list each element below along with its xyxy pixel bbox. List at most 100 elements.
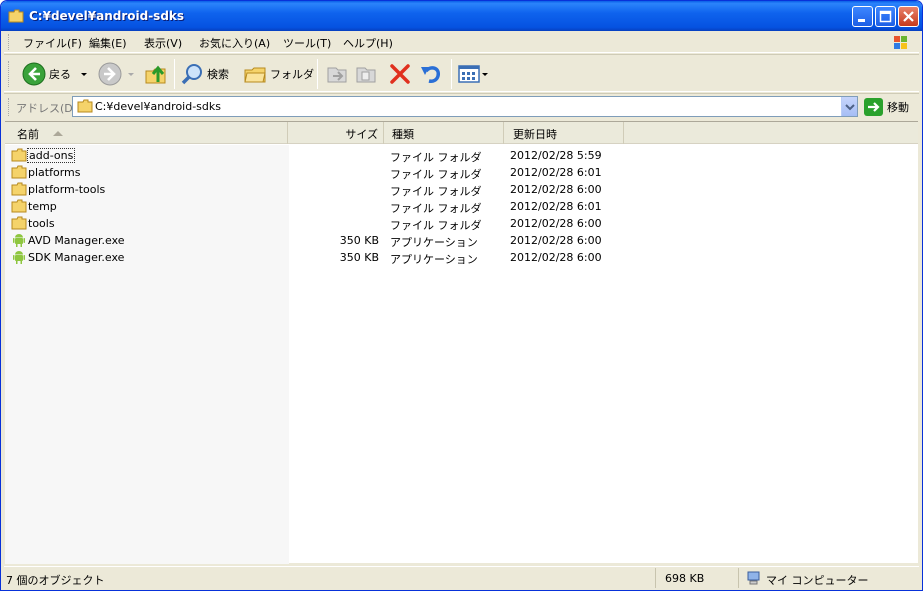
windows-logo-icon [894, 36, 907, 49]
file-row[interactable]: AVD Manager.exe 350 KB アプリケーション 2012/02/28 … [5, 232, 918, 249]
file-type: ファイル フォルダ [390, 151, 482, 164]
copy-to-button[interactable] [354, 61, 378, 87]
toolbar-separator [174, 59, 175, 89]
status-size: 698 KB [665, 572, 705, 585]
address-grip[interactable] [8, 98, 11, 116]
delete-x-icon [390, 64, 410, 84]
back-arrow-icon [22, 62, 46, 86]
forward-button[interactable] [98, 61, 136, 87]
chevron-down-icon [128, 73, 134, 76]
address-dropdown-button[interactable] [841, 97, 857, 116]
explorer-window: C:¥devel¥android-sdks ファイル(F) 編集(E) 表示(V… [0, 0, 923, 591]
go-button[interactable]: 移動 [864, 97, 909, 117]
file-modified: 2012/02/28 6:00 [510, 217, 602, 230]
copy-to-icon [356, 67, 376, 83]
file-type: アプリケーション [390, 253, 478, 266]
file-name[interactable]: AVD Manager.exe [28, 234, 125, 247]
folder-icon [11, 182, 27, 196]
toolbar-grip[interactable] [8, 61, 11, 87]
file-row[interactable]: add-ons ファイル フォルダ 2012/02/28 5:59 [5, 147, 918, 164]
menu-view[interactable]: 表示(V) [144, 35, 182, 51]
column-header-modified-label: 更新日時 [513, 128, 557, 141]
toolbar-separator [317, 59, 318, 89]
go-arrow-icon [864, 98, 883, 116]
address-bar: アドレス(D) C:¥devel¥android-sdks 移動 [4, 93, 919, 119]
sort-ascending-icon [53, 131, 63, 136]
standard-toolbar: 戻る 検索 フォルダ [4, 54, 919, 92]
menu-grip[interactable] [8, 34, 11, 50]
up-folder-button[interactable] [144, 61, 168, 87]
menu-help[interactable]: ヘルプ(H) [343, 35, 393, 51]
move-to-icon [327, 67, 347, 83]
delete-button[interactable] [388, 61, 412, 87]
search-label: 検索 [207, 68, 229, 81]
file-modified: 2012/02/28 5:59 [510, 149, 602, 162]
file-type: ファイル フォルダ [390, 168, 482, 181]
status-location-pane: マイ コンピューター [742, 568, 919, 588]
minimize-icon [858, 19, 865, 22]
views-icon [458, 65, 480, 83]
status-location: マイ コンピューター [766, 574, 869, 587]
maximize-button[interactable] [875, 6, 896, 27]
file-modified: 2012/02/28 6:00 [510, 251, 602, 264]
search-button[interactable]: 検索 [180, 61, 229, 87]
folders-label: フォルダ [270, 68, 314, 81]
file-name[interactable]: SDK Manager.exe [28, 251, 124, 264]
column-header-row: 名前 サイズ 種類 更新日時 [5, 122, 918, 144]
column-header-modified[interactable]: 更新日時 [504, 122, 624, 144]
maximize-icon [879, 10, 892, 23]
back-button[interactable]: 戻る [22, 61, 89, 87]
menu-favorites[interactable]: お気に入り(A) [199, 35, 270, 51]
column-header-name-label: 名前 [17, 128, 39, 141]
file-name[interactable]: temp [28, 200, 57, 213]
undo-icon [421, 66, 441, 83]
menu-edit[interactable]: 編集(E) [89, 35, 127, 51]
address-value: C:¥devel¥android-sdks [95, 100, 221, 113]
file-modified: 2012/02/28 6:00 [510, 183, 602, 196]
file-row[interactable]: temp ファイル フォルダ 2012/02/28 6:01 [5, 198, 918, 215]
chevron-down-icon [845, 104, 855, 111]
title-bar[interactable]: C:¥devel¥android-sdks [1, 1, 922, 31]
file-size: 350 KB [339, 234, 379, 247]
back-label: 戻る [49, 68, 71, 81]
minimize-button[interactable] [852, 6, 873, 27]
folder-icon [11, 216, 27, 230]
folders-button[interactable]: フォルダ [243, 61, 314, 87]
file-name[interactable]: tools [28, 217, 55, 230]
status-objects: 7 個のオブジェクト [6, 574, 105, 587]
folder-icon [77, 99, 93, 113]
status-bar: 7 個のオブジェクト 698 KB マイ コンピューター [4, 566, 919, 588]
folder-icon [11, 148, 27, 162]
address-input[interactable]: C:¥devel¥android-sdks [72, 96, 858, 117]
menu-tools[interactable]: ツール(T) [283, 35, 331, 51]
views-button[interactable] [457, 61, 489, 87]
up-folder-icon [145, 65, 166, 84]
file-row[interactable]: platform-tools ファイル フォルダ 2012/02/28 6:00 [5, 181, 918, 198]
chevron-down-icon [482, 73, 488, 76]
close-icon [903, 11, 914, 22]
file-name[interactable]: platform-tools [28, 183, 105, 196]
column-header-name[interactable]: 名前 [5, 122, 288, 144]
android-icon [11, 250, 27, 264]
file-row[interactable]: platforms ファイル フォルダ 2012/02/28 6:01 [5, 164, 918, 181]
file-list-view[interactable]: 名前 サイズ 種類 更新日時 add-ons ファイル フォルダ 2012/02/2… [5, 121, 918, 564]
close-button[interactable] [898, 6, 919, 27]
column-header-size[interactable]: サイズ [288, 122, 384, 144]
file-name[interactable]: platforms [28, 166, 80, 179]
file-name[interactable]: add-ons [26, 148, 76, 163]
undo-button[interactable] [419, 61, 443, 87]
file-type: ファイル フォルダ [390, 219, 482, 232]
file-row[interactable]: tools ファイル フォルダ 2012/02/28 6:00 [5, 215, 918, 232]
menu-file[interactable]: ファイル(F) [23, 35, 82, 51]
column-header-type[interactable]: 種類 [384, 122, 504, 144]
file-size: 350 KB [339, 251, 379, 264]
my-computer-icon [747, 571, 760, 585]
chevron-down-icon [81, 73, 87, 76]
move-to-button[interactable] [325, 61, 349, 87]
window-title: C:¥devel¥android-sdks [29, 9, 185, 23]
forward-arrow-icon [98, 62, 122, 86]
file-modified: 2012/02/28 6:00 [510, 234, 602, 247]
file-row[interactable]: SDK Manager.exe 350 KB アプリケーション 2012/02/28 … [5, 249, 918, 266]
folder-icon [8, 9, 24, 23]
address-label: アドレス(D) [16, 102, 78, 115]
